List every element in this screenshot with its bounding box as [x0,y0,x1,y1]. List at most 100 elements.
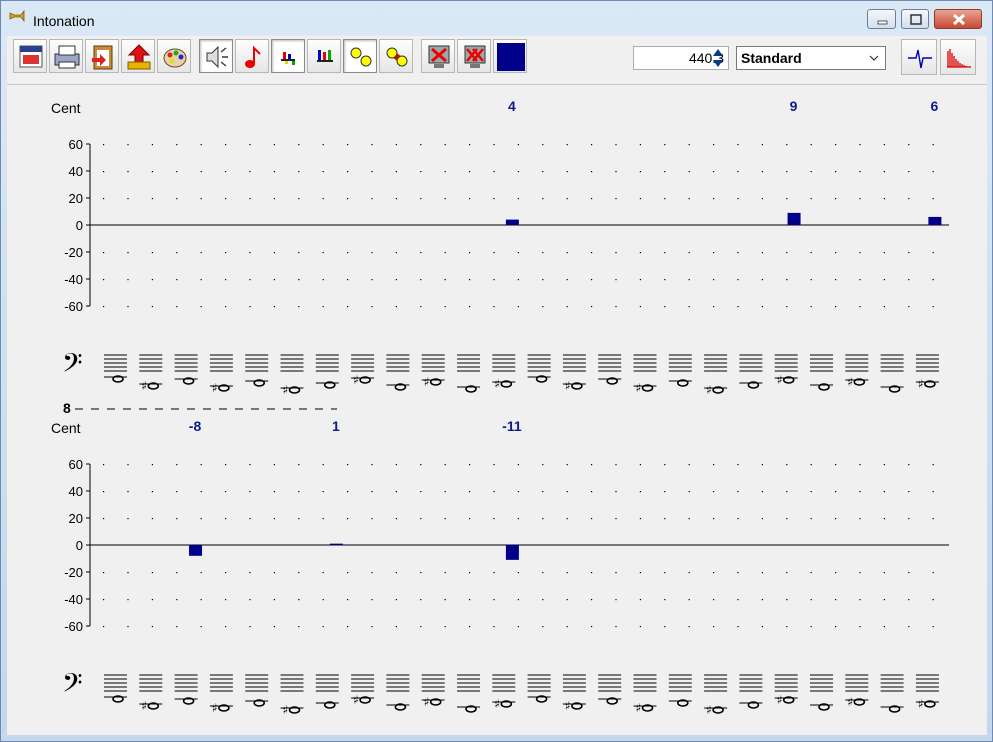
comb-view-button[interactable] [307,39,341,73]
grid-dot [322,518,324,520]
delete-button[interactable] [421,39,455,73]
grid-dot [615,599,617,601]
grid-dot [883,572,885,574]
sound-button[interactable] [199,39,233,73]
grid-dot [347,306,349,308]
grid-dot [810,198,812,200]
export-button[interactable] [121,39,155,73]
pitch-spinner[interactable] [708,46,728,70]
cent-bar [787,212,801,225]
grid-dot [835,464,837,466]
grid-dot [225,171,227,173]
grid-dot [786,279,788,281]
grid-dot [347,518,349,520]
grid-dot [176,464,178,466]
bass-clef-icon: 𝄢 [62,347,83,385]
grid-dot [347,279,349,281]
sharp-icon: ♯ [777,693,783,707]
grid-dot [176,198,178,200]
grid-dot [713,599,715,601]
colors-button[interactable] [157,39,191,73]
grid-dot [127,279,129,281]
grid-dot [761,144,763,146]
grid-dot [225,144,227,146]
y-axis-label: Cent [51,420,81,436]
trumpet-icon [9,10,25,22]
grid-dot [835,599,837,601]
minimize-button[interactable] [867,9,896,29]
octave-mark: 8 [63,400,71,416]
grid-dot [761,306,763,308]
spectrum-button[interactable] [940,39,976,75]
grid-dot [688,572,690,574]
note-staff: 𝄢 ♯ ♯ ♯ ♯ ♯ ♯ ♯ ♯ ♯ ♯ ♯ ♯ 8 [62,347,939,416]
grid-dot [273,464,275,466]
grid-dot [225,279,227,281]
grid-dot [542,171,544,173]
delete-all-button[interactable] [457,39,491,73]
color-swatch-button[interactable] [493,39,527,73]
note-button[interactable] [235,39,269,73]
grid-dot [566,572,568,574]
close-button[interactable] [934,9,982,29]
grid-dot [908,198,910,200]
grid-dot [273,626,275,628]
tuning-select[interactable]: Standard [736,46,886,70]
grid-dot [932,491,934,493]
grid-dot [127,198,129,200]
grid-dot [517,144,519,146]
cent-bar [189,545,203,556]
color-square-icon [497,43,525,71]
grid-dot [371,171,373,173]
grid-dot [444,626,446,628]
title-bar[interactable]: Intonation [1,1,992,35]
grid-dot [932,198,934,200]
grid-dot [273,198,275,200]
grid-dot [322,491,324,493]
eighth-note-icon [245,45,261,68]
y-tick-label: 60 [69,137,83,152]
maximize-button[interactable] [901,9,929,29]
grid-dot [420,464,422,466]
grid-dot [908,626,910,628]
grid-dot [639,518,641,520]
sharp-icon: ♯ [565,379,571,393]
grid-dot [835,491,837,493]
grid-dot [151,171,153,173]
grid-dot [420,198,422,200]
grid-dot [786,572,788,574]
grid-dot [395,599,397,601]
grid-dot [103,144,105,146]
grid-dot [859,171,861,173]
grid-dot [713,464,715,466]
grid-dot [786,491,788,493]
grid-dot [273,599,275,601]
grid-dot [688,252,690,254]
y-tick-label: -40 [64,272,83,287]
sharp-icon: ♯ [706,383,712,397]
waveform-button[interactable] [901,39,937,75]
grid-dot [542,252,544,254]
grid-dot [347,252,349,254]
grid-dot [420,279,422,281]
grid-dot [103,599,105,601]
grid-dot [200,518,202,520]
grid-dot [883,599,885,601]
grid-dot [591,464,593,466]
window-view-button[interactable] [13,39,47,73]
grid-dot [517,198,519,200]
grid-dot [737,599,739,601]
grid-dot [493,572,495,574]
grid-dot [908,279,910,281]
print-button[interactable] [49,39,83,73]
sharp-icon: ♯ [494,697,500,711]
clipboard-button[interactable] [85,39,119,73]
grid-dot [883,491,885,493]
circles-button[interactable] [343,39,377,73]
grid-dot [127,171,129,173]
bars-view-button[interactable] [271,39,305,73]
grid-dot [493,626,495,628]
linked-circles-button[interactable] [379,39,413,73]
sharp-icon: ♯ [353,373,359,387]
grid-dot [517,599,519,601]
